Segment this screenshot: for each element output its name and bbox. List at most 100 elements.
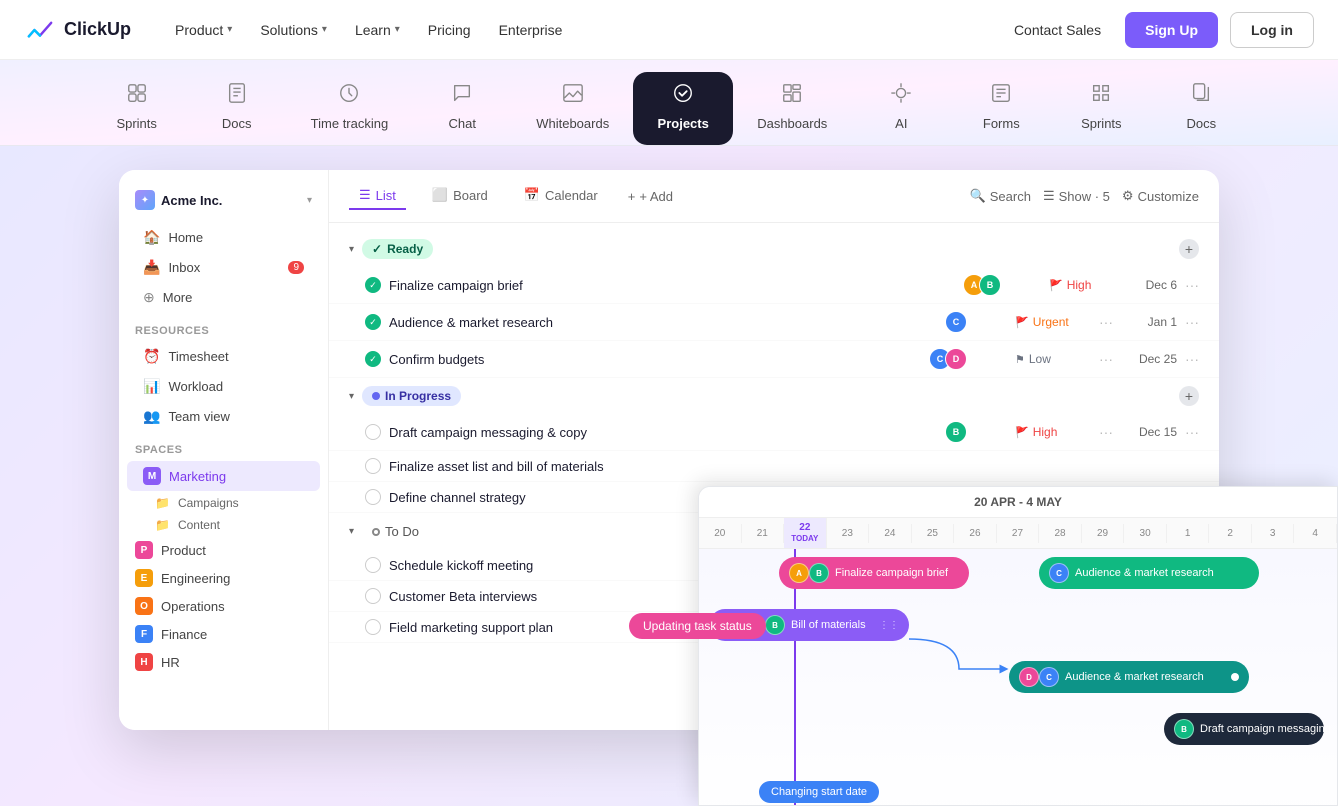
sidebar-item-marketing[interactable]: M Marketing <box>127 461 320 491</box>
task-name: Confirm budgets <box>389 352 927 367</box>
sidebar-item-operations[interactable]: O Operations <box>119 592 328 620</box>
more-options-button[interactable]: ··· <box>1099 351 1113 367</box>
avatar: B <box>1174 719 1194 739</box>
main-content: ✦ Acme Inc. ▾ 🏠 Home 📥 Inbox 9 ⊕ More Re… <box>0 146 1338 806</box>
task-status-done[interactable] <box>365 277 381 293</box>
customize-button[interactable]: ⚙ Customize <box>1122 188 1199 204</box>
feature-forms-label: Forms <box>983 116 1020 131</box>
task-status-empty[interactable] <box>365 619 381 635</box>
task-status-empty[interactable] <box>365 557 381 573</box>
search-button[interactable]: 🔍 Search <box>970 188 1031 204</box>
sidebar-item-team-view[interactable]: 👥 Team view <box>127 402 320 431</box>
projects-icon <box>672 82 694 110</box>
task-date: Dec 15 <box>1127 425 1177 439</box>
feature-time-tracking[interactable]: Time tracking <box>287 72 413 145</box>
feature-docs2[interactable]: Docs <box>1151 72 1251 145</box>
feature-whiteboards[interactable]: Whiteboards <box>512 72 633 145</box>
nav-enterprise[interactable]: Enterprise <box>487 14 575 46</box>
more-options-button[interactable]: ··· <box>1185 424 1199 440</box>
nav-pricing[interactable]: Pricing <box>416 14 483 46</box>
sidebar-item-workload[interactable]: 📊 Workload <box>127 372 320 401</box>
feature-docs[interactable]: Docs <box>187 72 287 145</box>
table-row[interactable]: Finalize campaign brief A B 🚩 High Dec 6… <box>329 267 1219 304</box>
spaces-section-label: Spaces <box>119 432 328 460</box>
gantt-bar[interactable]: D C Audience & market research <box>1009 661 1249 693</box>
product-label: Product <box>161 543 206 558</box>
sidebar-sub-campaigns[interactable]: 📁 Campaigns <box>119 492 328 514</box>
table-row[interactable]: Audience & market research C 🚩 Urgent ··… <box>329 304 1219 341</box>
contact-sales-link[interactable]: Contact Sales <box>1002 14 1113 46</box>
signup-button[interactable]: Sign Up <box>1125 12 1218 48</box>
priority-badge: ⚑ Low <box>1015 352 1085 366</box>
sprints-icon <box>126 82 148 110</box>
whiteboards-icon <box>562 82 584 110</box>
today-label: TODAY <box>791 534 818 543</box>
section-header-in-progress[interactable]: ▾ In Progress + <box>329 378 1219 414</box>
sidebar-item-engineering[interactable]: E Engineering <box>119 564 328 592</box>
feature-dashboards[interactable]: Dashboards <box>733 72 851 145</box>
avatar: B <box>809 563 829 583</box>
chevron-down-icon: ▾ <box>227 24 232 35</box>
feature-sprints2-label: Sprints <box>1081 116 1121 131</box>
more-options-button[interactable]: ··· <box>1185 314 1199 330</box>
chat-icon <box>451 82 473 110</box>
add-view-button[interactable]: + + Add <box>628 189 673 204</box>
tab-calendar[interactable]: 📅 Calendar <box>514 182 608 210</box>
sidebar-sub-content[interactable]: 📁 Content <box>119 514 328 536</box>
logo[interactable]: ClickUp <box>24 14 131 46</box>
sidebar-item-home[interactable]: 🏠 Home <box>127 223 320 252</box>
task-status-done[interactable] <box>365 314 381 330</box>
task-status-empty[interactable] <box>365 489 381 505</box>
section-header-ready[interactable]: ▾ ✓ Ready + <box>329 231 1219 267</box>
content-label: Content <box>178 518 220 532</box>
task-avatars: C D <box>935 348 967 370</box>
gantt-bar-label: Audience & market research <box>1075 567 1214 579</box>
task-status-empty[interactable] <box>365 588 381 604</box>
tab-board[interactable]: ⬜ Board <box>422 182 498 210</box>
feature-projects[interactable]: Projects <box>633 72 733 145</box>
table-row[interactable]: Confirm budgets C D ⚑ Low ··· Dec 25 ··· <box>329 341 1219 378</box>
gantt-bar[interactable]: C Audience & market research <box>1039 557 1259 589</box>
table-row[interactable]: Finalize asset list and bill of material… <box>329 451 1219 482</box>
feature-forms[interactable]: Forms <box>951 72 1051 145</box>
sidebar-item-timesheet[interactable]: ⏰ Timesheet <box>127 342 320 371</box>
gantt-bar[interactable]: B Draft campaign messaging <box>1164 713 1324 745</box>
show-button[interactable]: ☰ Show · 5 <box>1043 188 1110 204</box>
dashboards-icon <box>781 82 803 110</box>
dependency-dot <box>1231 673 1239 681</box>
task-status-empty[interactable] <box>365 424 381 440</box>
feature-sprints[interactable]: Sprints <box>87 72 187 145</box>
section-add-in-progress[interactable]: + <box>1179 386 1199 406</box>
task-status-done[interactable] <box>365 351 381 367</box>
tab-list[interactable]: ☰ List <box>349 182 406 210</box>
gantt-bar-label: Audience & market research <box>1065 671 1204 683</box>
more-options-button[interactable]: ··· <box>1099 314 1113 330</box>
more-options-button[interactable]: ··· <box>1099 424 1113 440</box>
feature-chat[interactable]: Chat <box>412 72 512 145</box>
section-add-ready[interactable]: + <box>1179 239 1199 259</box>
ready-badge: ✓ Ready <box>362 239 433 259</box>
sidebar-item-inbox[interactable]: 📥 Inbox 9 <box>127 253 320 282</box>
feature-sprints-label: Sprints <box>116 116 156 131</box>
table-row[interactable]: Draft campaign messaging & copy B 🚩 High… <box>329 414 1219 451</box>
sidebar-item-hr[interactable]: H HR <box>119 648 328 676</box>
more-options-button[interactable]: ··· <box>1185 277 1199 293</box>
workspace-header[interactable]: ✦ Acme Inc. ▾ <box>119 182 328 222</box>
sidebar-item-product[interactable]: P Product <box>119 536 328 564</box>
feature-chat-label: Chat <box>448 116 475 131</box>
more-options-button[interactable]: ··· <box>1185 351 1199 367</box>
nav-product[interactable]: Product ▾ <box>163 14 244 46</box>
gantt-date-col: 21 <box>742 524 785 543</box>
sidebar-item-finance[interactable]: F Finance <box>119 620 328 648</box>
feature-sprints2[interactable]: Sprints <box>1051 72 1151 145</box>
feature-ai[interactable]: AI <box>851 72 951 145</box>
nav-solutions[interactable]: Solutions ▾ <box>248 14 339 46</box>
view-toolbar: ☰ List ⬜ Board 📅 Calendar + + Add <box>329 170 1219 223</box>
sidebar-inbox-label: Inbox <box>168 260 200 275</box>
gantt-bar[interactable]: A B Finalize campaign brief <box>779 557 969 589</box>
nav-learn[interactable]: Learn ▾ <box>343 14 412 46</box>
gantt-date-col: 1 <box>1167 524 1210 543</box>
sidebar-item-more[interactable]: ⊕ More <box>127 283 320 312</box>
login-button[interactable]: Log in <box>1230 12 1314 48</box>
task-status-empty[interactable] <box>365 458 381 474</box>
